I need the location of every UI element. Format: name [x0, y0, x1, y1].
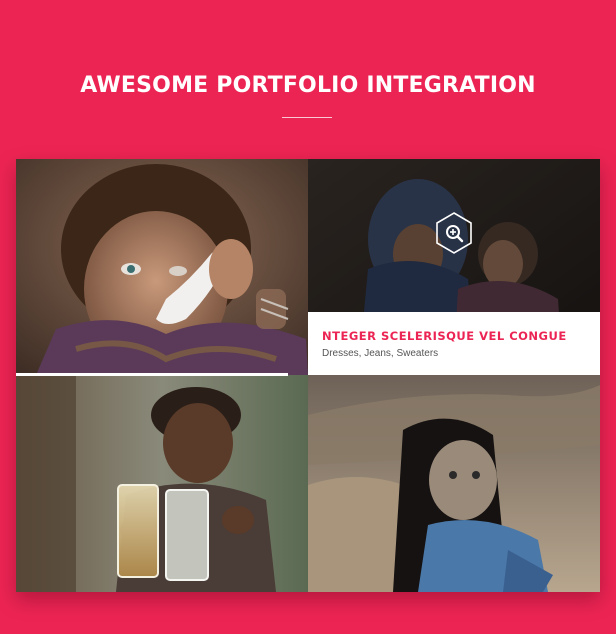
portfolio-section: AWESOME PORTFOLIO INTEGRATION NTEGER SCE…	[0, 0, 616, 634]
portfolio-item-title[interactable]: NTEGER SCELERISQUE VEL CONGUE	[322, 329, 586, 343]
portfolio-item-tags: Dresses, Jeans, Sweaters	[322, 348, 439, 359]
portfolio-grid: NTEGER SCELERISQUE VEL CONGUE Dresses, J…	[16, 159, 600, 592]
portfolio-item[interactable]	[16, 375, 308, 592]
progress-bar	[16, 373, 288, 376]
portfolio-item-active[interactable]: NTEGER SCELERISQUE VEL CONGUE Dresses, J…	[308, 159, 600, 375]
girl-with-spoon-photo	[16, 159, 308, 375]
toddler-in-arms-photo	[308, 375, 600, 592]
portfolio-item-caption[interactable]: NTEGER SCELERISQUE VEL CONGUE Dresses, J…	[308, 312, 600, 375]
section-title: AWESOME PORTFOLIO INTEGRATION	[80, 73, 536, 98]
title-divider	[282, 117, 332, 118]
girl-with-water-glasses-photo	[16, 375, 308, 592]
portfolio-item[interactable]	[16, 159, 308, 375]
zoom-in-icon[interactable]	[432, 211, 476, 255]
portfolio-item[interactable]	[308, 375, 600, 592]
